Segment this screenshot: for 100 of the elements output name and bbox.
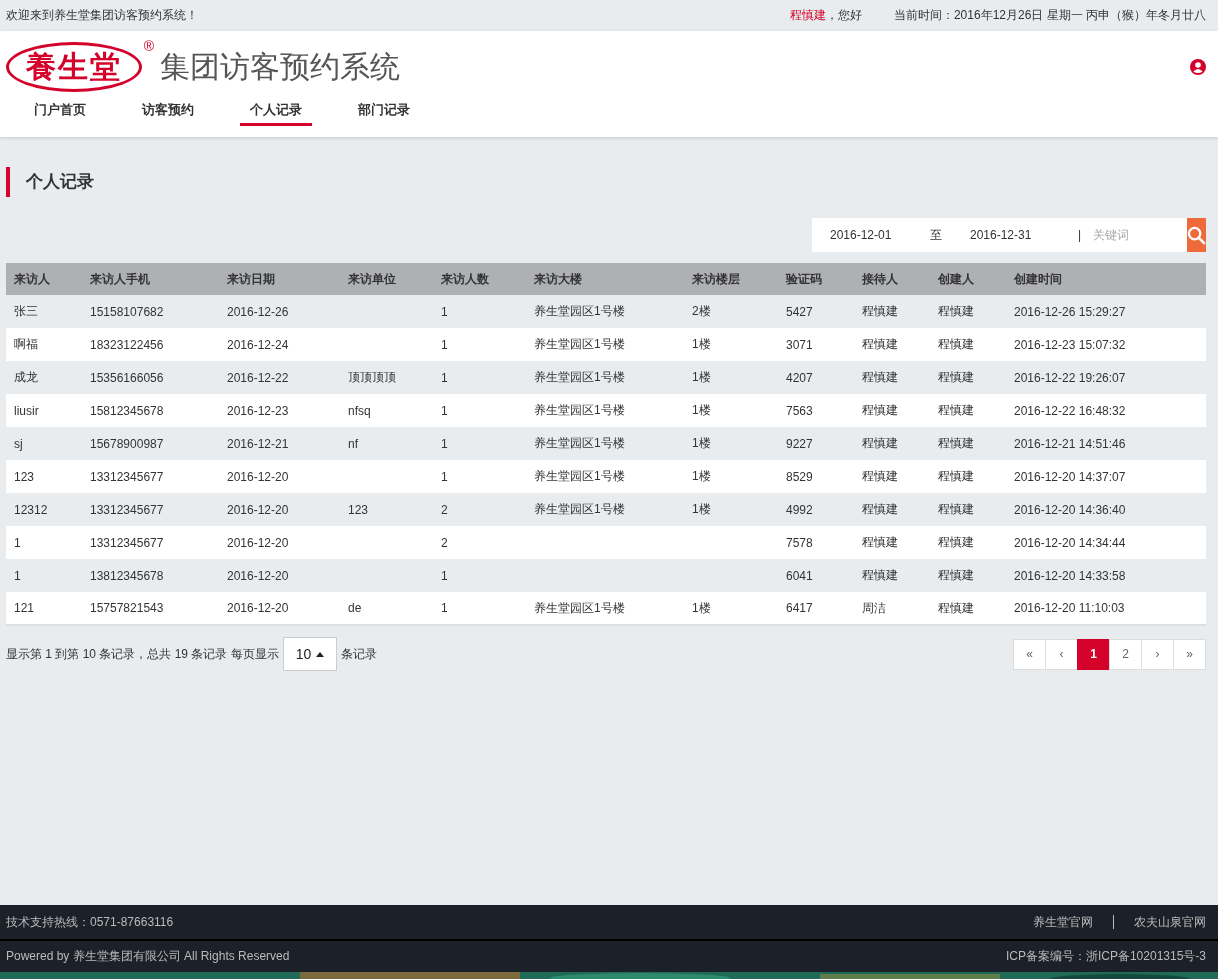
table-cell: 1 <box>441 469 448 484</box>
table-cell: 养生堂园区1号楼 <box>534 469 625 483</box>
column-header: 来访单位 <box>340 263 433 295</box>
table-cell: nf <box>348 436 358 451</box>
table-cell: 18323122456 <box>90 337 164 352</box>
user-icon[interactable] <box>1190 59 1206 75</box>
welcome-text: 欢迎来到养生堂集团访客预约系统！ <box>6 7 198 24</box>
table-cell: 2016-12-26 <box>227 304 289 319</box>
table-cell: 2016-12-24 <box>227 337 289 352</box>
user-name-link[interactable]: 程慎建 <box>789 8 826 22</box>
column-header: 接待人 <box>854 263 930 295</box>
table-cell: 6041 <box>786 568 813 583</box>
page-button[interactable]: 1 <box>1077 638 1110 670</box>
table-cell: 2016-12-20 14:34:44 <box>1014 535 1126 550</box>
table-cell: 1 <box>441 601 448 615</box>
nav-tab[interactable]: 部门记录 <box>348 99 420 126</box>
table-cell: 1 <box>441 568 448 583</box>
table-cell: 养生堂园区1号楼 <box>534 370 625 384</box>
page-button[interactable]: » <box>1173 638 1206 670</box>
table-cell: 13312345677 <box>90 469 164 484</box>
page-size-select[interactable]: 10 <box>282 637 338 671</box>
table-cell: 养生堂园区1号楼 <box>534 304 625 318</box>
table-cell: 1楼 <box>692 403 711 417</box>
table-cell: 养生堂园区1号楼 <box>534 403 625 417</box>
column-header: 来访大楼 <box>526 263 684 295</box>
start-date-field[interactable]: 2016-12-01 <box>812 227 912 243</box>
table-cell: 程慎建 <box>862 337 898 351</box>
table-cell: 5427 <box>786 304 813 319</box>
page-button[interactable]: › <box>1141 638 1174 670</box>
table-cell: liusir <box>14 403 39 418</box>
table-cell: 2016-12-23 <box>227 403 289 418</box>
hotline-text: 技术支持热线：0571-87663116 <box>6 913 174 931</box>
table-cell: 程慎建 <box>938 568 974 582</box>
column-header: 来访人 <box>6 263 82 295</box>
table-cell: 4207 <box>786 370 813 385</box>
records-summary: 显示第 1 到第 10 条记录，总共 19 条记录 每页显示 <box>6 645 279 663</box>
table-cell: 2016-12-20 14:37:07 <box>1014 469 1126 484</box>
column-header: 来访人数 <box>433 263 526 295</box>
table-cell: 2016-12-20 14:33:58 <box>1014 568 1126 583</box>
page-button[interactable]: « <box>1013 638 1046 670</box>
table-cell: 12312 <box>14 502 48 517</box>
table-cell: 9227 <box>786 436 813 451</box>
greeting-text: ，您好 <box>825 8 862 22</box>
table-cell: 15757821543 <box>90 601 164 615</box>
page-button[interactable]: ‹ <box>1045 638 1078 670</box>
table-cell: 程慎建 <box>862 304 898 318</box>
keyword-field[interactable]: 关键词 <box>1091 227 1188 243</box>
table-cell: 1 <box>14 535 21 550</box>
nav-tab[interactable]: 个人记录 <box>240 99 312 126</box>
column-header: 创建时间 <box>1006 263 1206 295</box>
table-cell: 程慎建 <box>862 403 898 417</box>
table-cell: 程慎建 <box>938 436 974 450</box>
table-cell: 程慎建 <box>938 502 974 516</box>
table-cell: 啊福 <box>14 337 38 351</box>
footer-link[interactable]: 养生堂官网 <box>1033 913 1093 931</box>
range-separator: 至 <box>930 226 942 244</box>
table-cell: 7563 <box>786 403 813 418</box>
table-cell: 养生堂园区1号楼 <box>534 436 625 450</box>
table-cell: 程慎建 <box>862 436 898 450</box>
table-cell: 15356166056 <box>90 370 164 385</box>
table-cell: 1 <box>441 403 448 418</box>
column-header: 来访楼层 <box>684 263 778 295</box>
table-cell: 1 <box>441 436 448 451</box>
logo: 養生堂 <box>6 42 142 92</box>
system-title: 集团访客预约系统 <box>160 48 401 85</box>
table-cell: 成龙 <box>14 370 38 384</box>
table-cell: 2016-12-23 15:07:32 <box>1014 337 1126 352</box>
column-header: 创建人 <box>930 263 1006 295</box>
table-cell: 程慎建 <box>938 337 974 351</box>
table-cell: 123 <box>348 502 369 517</box>
footer-link[interactable]: 农夫山泉官网 <box>1134 913 1206 931</box>
page-title: 个人记录 <box>6 167 1206 197</box>
table-cell: 2016-12-21 14:51:46 <box>1014 436 1126 451</box>
nav-tab[interactable]: 访客预约 <box>132 99 204 126</box>
search-button[interactable] <box>1187 218 1207 252</box>
end-date-field[interactable]: 2016-12-31 <box>952 227 1052 243</box>
table-cell: 123 <box>14 469 35 484</box>
page-button[interactable]: 2 <box>1109 638 1142 670</box>
records-suffix: 条记录 <box>341 645 378 663</box>
table-cell: 2楼 <box>692 304 711 318</box>
table-cell: 121 <box>14 601 35 615</box>
table-cell: 养生堂园区1号楼 <box>534 502 625 516</box>
table-cell: de <box>348 601 362 615</box>
table-cell: 程慎建 <box>862 370 898 384</box>
table-cell: 6417 <box>786 601 813 615</box>
table-cell: 2016-12-20 11:10:03 <box>1014 601 1125 615</box>
table-cell: 1楼 <box>692 337 711 351</box>
table-cell: 2016-12-22 19:26:07 <box>1014 370 1126 385</box>
table-cell: 1 <box>441 304 448 319</box>
table-cell: 1 <box>441 337 448 352</box>
table-cell: 程慎建 <box>862 535 898 549</box>
table-cell: 1 <box>441 370 448 385</box>
table-cell: 4992 <box>786 502 813 517</box>
table-cell: 程慎建 <box>862 568 898 582</box>
caret-icon <box>316 651 325 657</box>
table-cell: 13812345678 <box>90 568 164 583</box>
table-cell: 3071 <box>786 337 813 352</box>
nav-tab[interactable]: 门户首页 <box>24 99 96 126</box>
table-cell: sj <box>14 436 23 451</box>
table-cell: 2016-12-20 <box>227 568 289 583</box>
